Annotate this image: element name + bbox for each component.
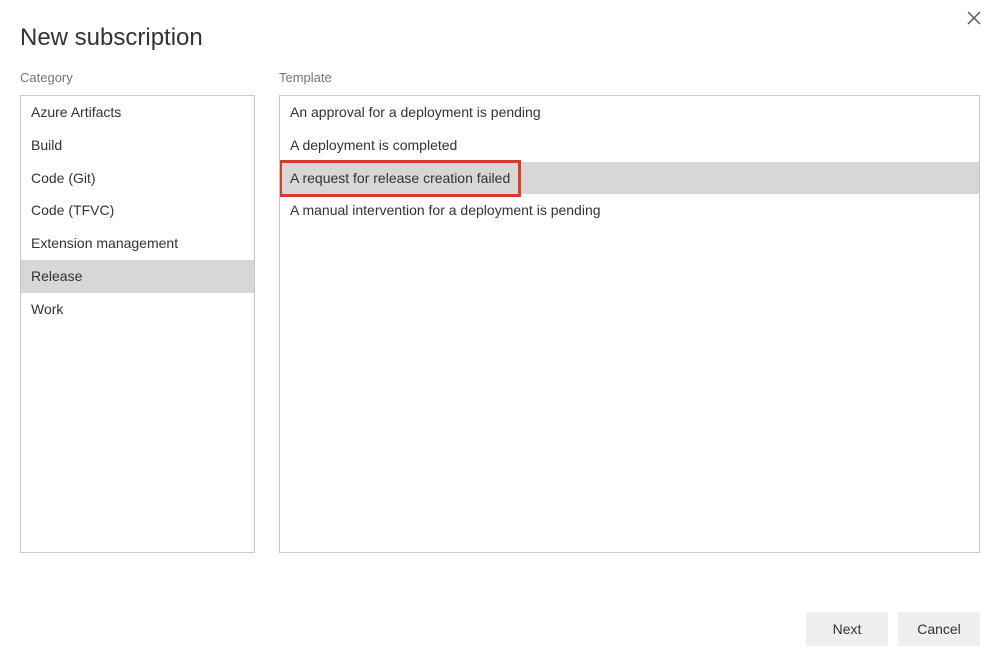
- content-columns: Category Azure ArtifactsBuildCode (Git)C…: [20, 70, 980, 553]
- dialog-title: New subscription: [20, 24, 980, 52]
- template-item[interactable]: A request for release creation failed: [280, 162, 979, 195]
- category-item[interactable]: Azure Artifacts: [21, 96, 254, 129]
- template-item[interactable]: An approval for a deployment is pending: [280, 96, 979, 129]
- template-item[interactable]: A manual intervention for a deployment i…: [280, 194, 979, 227]
- category-item[interactable]: Code (TFVC): [21, 194, 254, 227]
- category-item[interactable]: Build: [21, 129, 254, 162]
- category-item[interactable]: Code (Git): [21, 162, 254, 195]
- template-listbox[interactable]: An approval for a deployment is pendingA…: [279, 95, 980, 553]
- category-column: Category Azure ArtifactsBuildCode (Git)C…: [20, 70, 255, 553]
- close-icon[interactable]: [966, 10, 986, 30]
- category-item[interactable]: Release: [21, 260, 254, 293]
- next-button[interactable]: Next: [806, 612, 888, 646]
- cancel-button[interactable]: Cancel: [898, 612, 980, 646]
- template-label: Template: [279, 70, 980, 85]
- category-item[interactable]: Extension management: [21, 227, 254, 260]
- new-subscription-dialog: New subscription Category Azure Artifact…: [0, 0, 1000, 664]
- template-item[interactable]: A deployment is completed: [280, 129, 979, 162]
- category-label: Category: [20, 70, 255, 85]
- dialog-footer: Next Cancel: [806, 612, 980, 646]
- category-item[interactable]: Work: [21, 293, 254, 326]
- template-column: Template An approval for a deployment is…: [279, 70, 980, 553]
- category-listbox[interactable]: Azure ArtifactsBuildCode (Git)Code (TFVC…: [20, 95, 255, 553]
